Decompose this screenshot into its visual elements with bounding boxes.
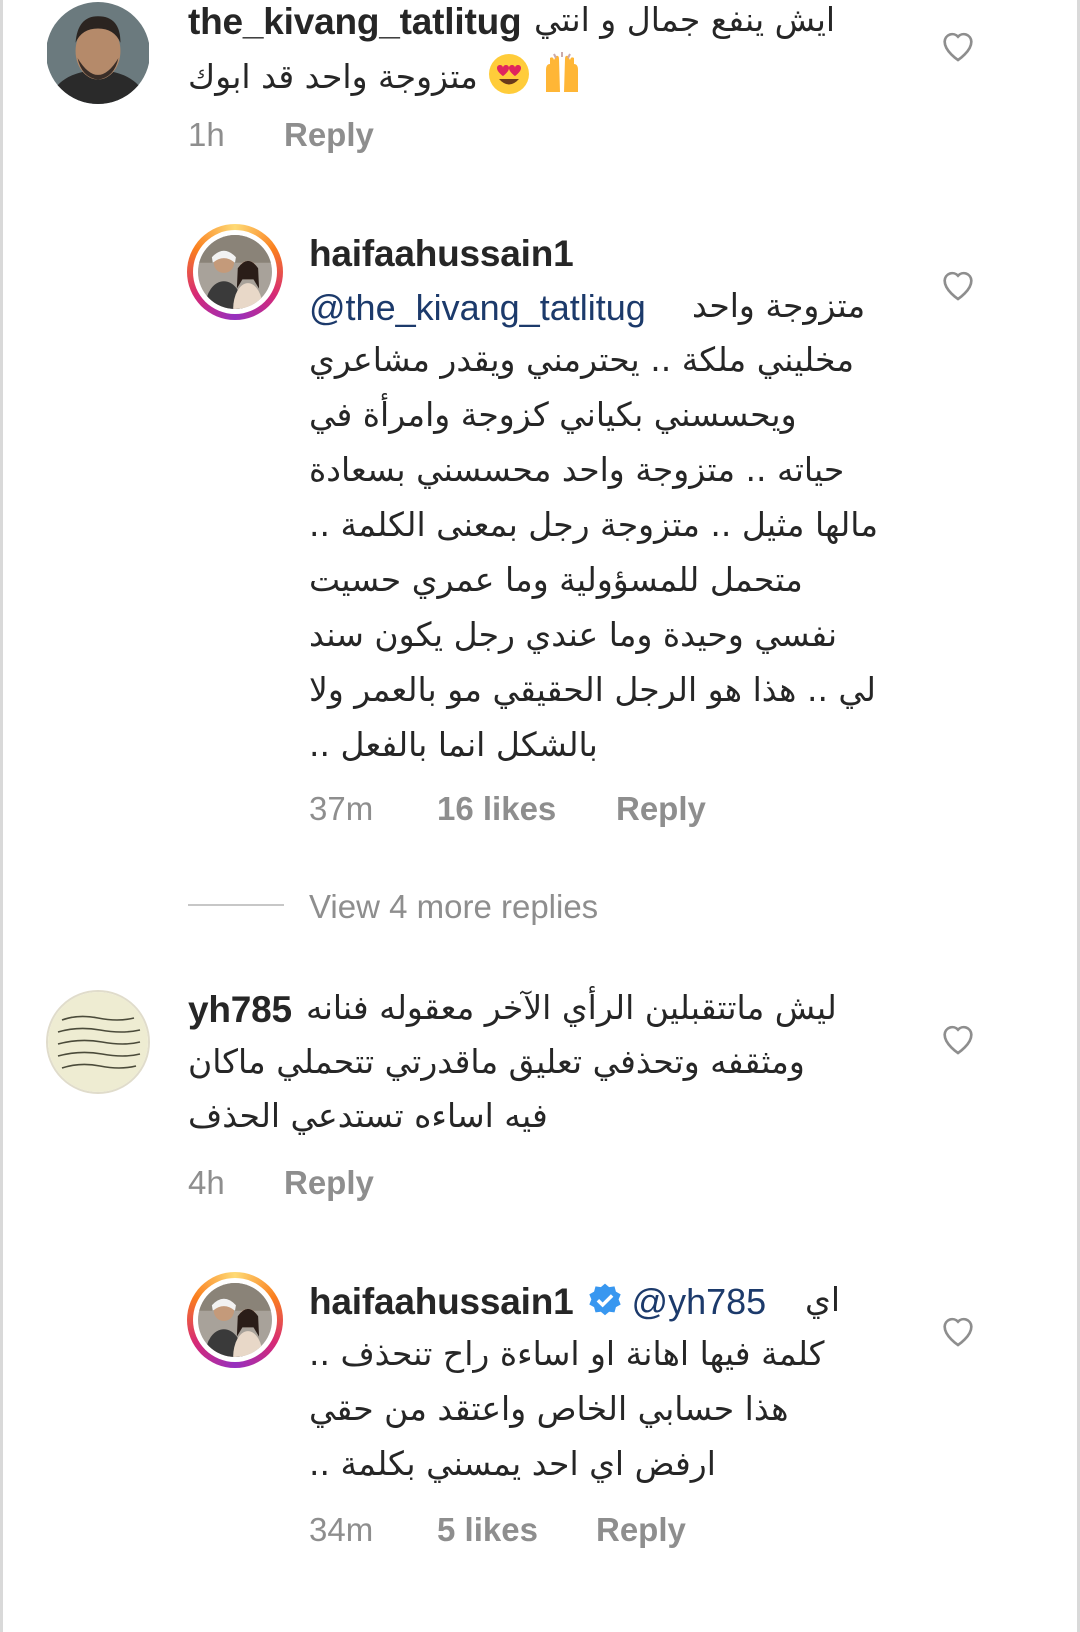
reply-button[interactable]: Reply (616, 790, 706, 828)
verified-badge-icon (586, 1282, 624, 1320)
comment-text-line: ايش ينفع جمال و انتي (534, 0, 836, 39)
comment-text-line: مالها مثيل .. متزوجة رجل بمعنى الكلمة .. (309, 505, 879, 544)
comment-username[interactable]: haifaahussain1 (309, 232, 574, 276)
comment-header-row: haifaahussain1 @yh785 (309, 1280, 766, 1324)
comment-username[interactable]: haifaahussain1 (309, 1281, 574, 1322)
like-heart-icon[interactable] (938, 264, 978, 304)
frame-edge-left (0, 0, 3, 1632)
comment-text-line: نفسي وحيدة وما عندي رجل يكون سند (309, 615, 838, 654)
comment-text-line: اي (805, 1280, 840, 1319)
comment-username[interactable]: yh785 (188, 988, 292, 1032)
avatar (198, 1283, 272, 1357)
likes-count[interactable]: 5 likes (437, 1511, 538, 1549)
comment-text-line: بالشكل انما بالفعل .. (309, 725, 598, 764)
story-ring-avatar[interactable] (187, 224, 283, 320)
comment-text-line: مخليني ملكة .. يحترمني ويقدر مشاعري (309, 340, 855, 379)
like-heart-icon[interactable] (938, 25, 978, 65)
comment-text-line: حياته .. متزوجة واحد محسسني بسعادة (309, 450, 845, 489)
story-ring-avatar[interactable] (187, 1272, 283, 1368)
comment-text-line-row: متزوجة واحد قد ابوك (188, 52, 584, 97)
raising-hands-emoji-icon (540, 52, 584, 96)
comment-username[interactable]: the_kivang_tatlitug (188, 0, 522, 44)
avatar (198, 235, 272, 309)
reply-button[interactable]: Reply (284, 116, 374, 154)
comment-time: 34m (309, 1511, 374, 1548)
comment-time: 1h (188, 116, 225, 153)
comment-text-line: لي .. هذا هو الرجل الحقيقي مو بالعمر ولا (309, 670, 876, 709)
like-heart-icon[interactable] (938, 1018, 978, 1058)
reply-button[interactable]: Reply (596, 1511, 686, 1549)
reply-button[interactable]: Reply (284, 1164, 374, 1202)
comment-text-line: ليش ماتتقبلين الرأي الآخر معقوله فنانه (306, 988, 837, 1027)
comment-text-line: ويحسسني بكياني كزوجة وامرأة في (309, 395, 797, 434)
comment-time: 37m (309, 790, 374, 827)
replies-divider (188, 904, 284, 906)
comment-text-line: ومثقفه وتحذفي تعليق ماقدرتي تتحملي ماكان (188, 1042, 805, 1081)
comment-text-line: متحمل للمسؤولية وما عمري حسيت (309, 560, 803, 599)
avatar[interactable] (46, 990, 150, 1094)
likes-count[interactable]: 16 likes (437, 790, 556, 828)
comment-text-line: متزوجة واحد قد ابوك (188, 57, 478, 96)
avatar[interactable] (46, 2, 150, 104)
comment-time: 4h (188, 1164, 225, 1201)
comment-text-line: كلمة فيها اهانة او اساءة راح تنحذف .. (309, 1334, 825, 1373)
mention-link[interactable]: @the_kivang_tatlitug (309, 286, 646, 329)
comment-text-line: متزوجة واحد (692, 286, 866, 325)
comment-text-line: فيه اساءه تستدعي الحذف (188, 1096, 548, 1135)
view-more-replies-button[interactable]: View 4 more replies (309, 888, 598, 926)
mention-link[interactable]: @yh785 (632, 1281, 767, 1322)
like-heart-icon[interactable] (938, 1310, 978, 1350)
comment-text-line: هذا حسابي الخاص واعتقد من حقي (309, 1389, 789, 1428)
comment-text-line: ارفض اي احد يمسني بكلمة .. (309, 1444, 716, 1483)
heart-eyes-emoji-icon (487, 52, 531, 96)
